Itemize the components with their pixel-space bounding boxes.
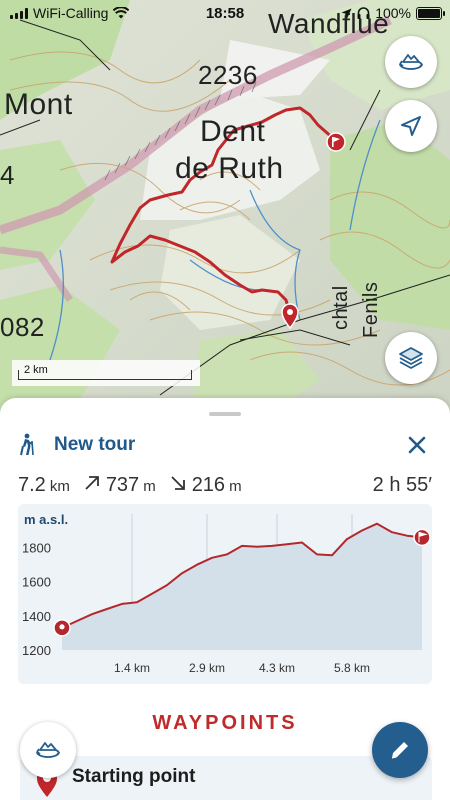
map-label-dent: Dent [200,115,266,148]
navigation-arrow-icon [401,116,421,136]
tour-bottom-sheet[interactable]: New tour 7.2 km 737 m 216 m 2 h 55′ m a.… [0,398,450,800]
edit-tour-fab[interactable] [372,722,428,778]
headphones-icon [357,7,370,19]
map-layers-button[interactable] [385,332,437,384]
tour-stats: 7.2 km 737 m 216 m 2 h 55′ [18,474,432,498]
status-bar: WiFi-Calling 18:58 100% [0,0,450,26]
map-rotate-icon [36,742,60,758]
map-label-de-ruth: de Ruth [175,152,284,185]
y-tick-label: 1200 [22,643,51,658]
edit-pencil-icon [391,742,408,759]
distance-unit: km [49,478,70,495]
descent-value: 216 [191,474,226,496]
battery-percentage: 100% [375,5,411,21]
y-tick-label: 1400 [22,609,51,624]
ascent-value: 737 [105,474,140,496]
y-tick-label: 1800 [22,541,51,556]
duration-value: 2 h 55′ [372,474,432,496]
elevation-area [62,523,422,650]
map-label-fenils: Fenils [360,281,382,338]
close-icon [408,436,426,454]
status-right: 100% [341,5,445,21]
map-label-edge-top: 4 [0,160,15,190]
map-label-valley: chtal [330,285,352,330]
map-label-peak-elevation: 2236 [198,60,258,90]
route-end-flag [326,132,346,152]
map-label-mont: Mont [4,88,73,121]
scale-bar-label: 2 km [24,364,48,376]
ascent-unit: m [143,478,156,495]
descent-unit: m [229,478,242,495]
close-button[interactable] [402,430,432,460]
location-services-icon [341,8,352,18]
distance-value: 7.2 [18,474,46,496]
elevation-chart: 1200 1400 1600 1800 1.4 km 2.9 km 4.3 km 5.8 km [22,514,431,675]
elevation-profile[interactable]: m a.s.l. 1200 1400 1600 1800 1.4 km 2.9 km 4.3… [18,504,432,684]
profile-y-label: m a.s.l. [24,512,69,527]
battery-icon [416,6,445,20]
locate-me-button[interactable] [385,100,437,152]
map-scale-bar: 2 km [12,360,200,386]
x-tick-label: 2.9 km [189,661,225,675]
ascent-arrow-icon [85,476,99,490]
x-tick-label: 4.3 km [259,661,295,675]
profile-end-marker [413,528,431,547]
map-rotate-icon [399,54,423,70]
descent-arrow-icon [171,476,185,490]
x-tick-label: 5.8 km [334,661,370,675]
sheet-drag-handle[interactable] [209,412,241,416]
tour-header: New tour [18,430,432,460]
profile-start-marker-dot [59,624,65,630]
layers-icon [399,347,423,369]
y-tick-label: 1600 [22,575,51,590]
hiking-icon [20,433,34,456]
map-label-edge-bottom: 082 [0,312,45,342]
x-tick-label: 1.4 km [114,661,150,675]
map-rotate-button[interactable] [385,36,437,88]
waypoint-item[interactable]: Starting point [20,756,432,800]
map-rotate-fab[interactable] [20,722,76,778]
waypoint-name: Starting point [72,766,196,787]
topo-map[interactable]: Wandflue 2236 Mont Dent de Ruth 4 082 ch… [0,0,450,420]
tour-title[interactable]: New tour [54,434,135,456]
